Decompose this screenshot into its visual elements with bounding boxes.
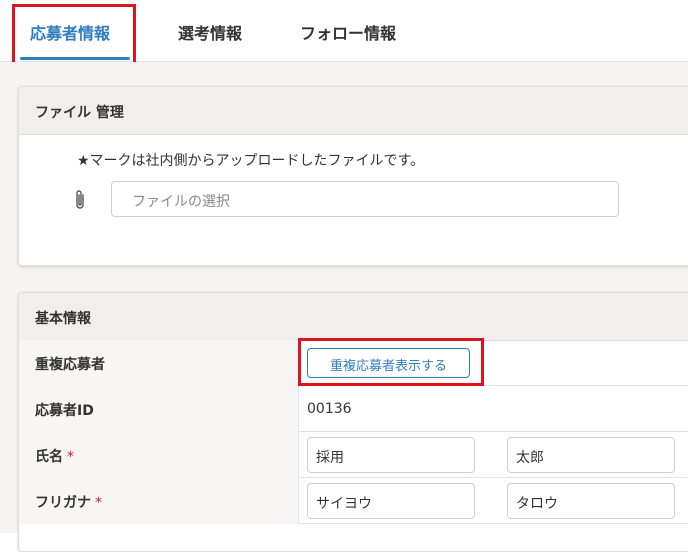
file-select-input[interactable]: ファイルの選択: [111, 181, 619, 217]
kana-label-text: フリガナ: [35, 495, 91, 511]
applicant-id-label: 応募者ID: [19, 386, 299, 432]
tab-highlight-box: [12, 4, 136, 70]
last-name-kana-input[interactable]: サイヨウ: [307, 483, 475, 519]
name-row: 氏名 * 採用 太郎: [19, 432, 688, 478]
required-mark: *: [67, 449, 74, 465]
button-highlight-box: [298, 338, 484, 386]
basic-info-title: 基本情報: [19, 293, 688, 341]
applicant-id-value: 00136: [307, 401, 352, 417]
required-mark: *: [95, 495, 102, 511]
first-name-input[interactable]: 太郎: [507, 437, 675, 473]
upload-notice: ★マークは社内側からアップロードしたファイルです。: [77, 153, 425, 169]
file-management-title: ファイル 管理: [19, 87, 688, 135]
name-label: 氏名 *: [19, 432, 299, 478]
tab-follow-info[interactable]: フォロー情報: [300, 20, 396, 44]
kana-row: フリガナ * サイヨウ タロウ: [19, 478, 688, 524]
duplicate-applicant-label: 重複応募者: [19, 340, 299, 386]
paperclip-icon[interactable]: [73, 189, 87, 211]
applicant-id-row: 応募者ID 00136: [19, 386, 688, 432]
last-name-input[interactable]: 採用: [307, 437, 475, 473]
basic-info-card: 基本情報 重複応募者 重複応募者表示する 応募者ID 00136 氏名 * 採用 …: [18, 292, 688, 552]
first-name-kana-input[interactable]: タロウ: [507, 483, 675, 519]
kana-label: フリガナ *: [19, 478, 299, 524]
name-label-text: 氏名: [35, 449, 63, 465]
tab-selection-info[interactable]: 選考情報: [178, 20, 242, 44]
file-management-card: ファイル 管理 ★マークは社内側からアップロードしたファイルです。 ファイルの選…: [18, 86, 688, 266]
